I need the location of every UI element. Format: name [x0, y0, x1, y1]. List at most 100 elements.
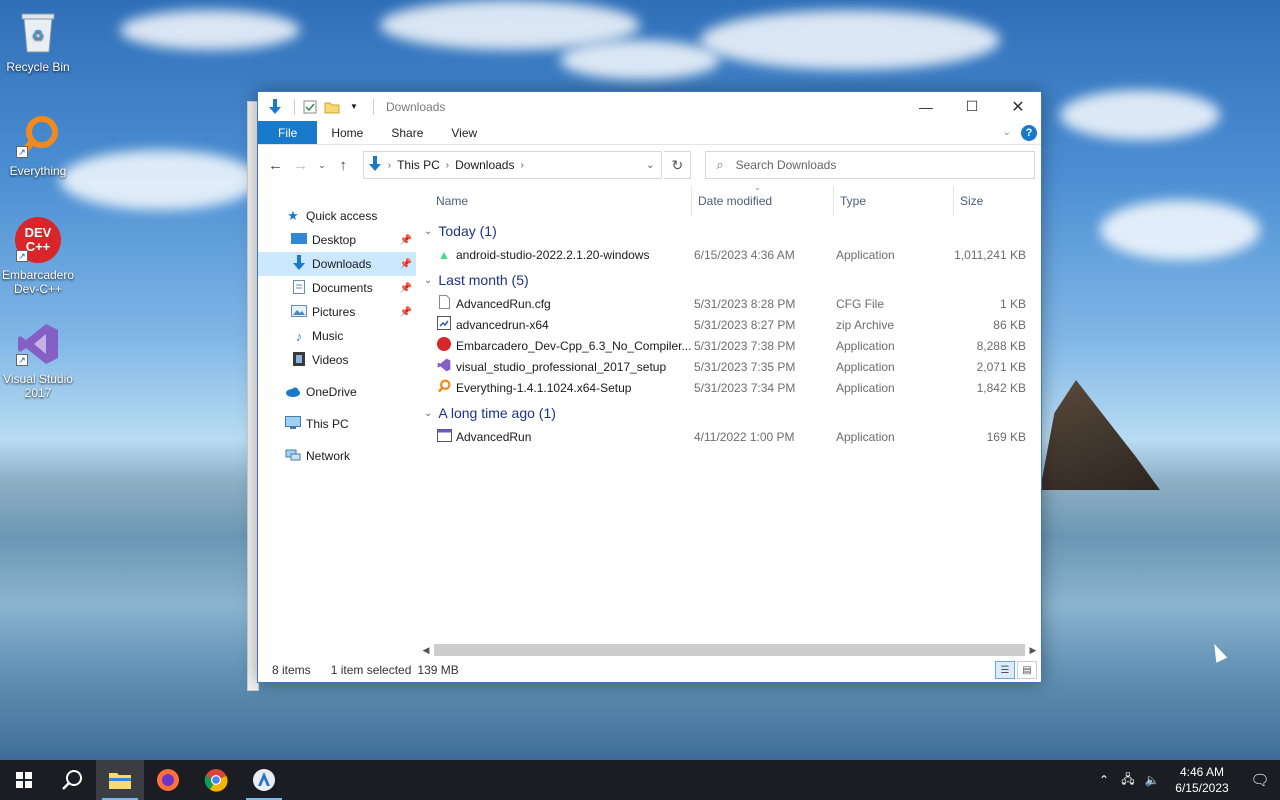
cloud	[700, 10, 1000, 70]
address-bar[interactable]: › This PC › Downloads › ⌄	[362, 151, 663, 179]
minimize-button[interactable]: —	[903, 92, 949, 121]
address-dropdown-icon[interactable]: ⌄	[639, 160, 661, 171]
taskbar-android-studio[interactable]	[240, 760, 288, 800]
file-row[interactable]: ▲ android-studio-2022.2.1.20-windows 6/15…	[416, 244, 1041, 265]
large-icons-view-icon[interactable]: ▤	[1017, 661, 1037, 679]
tab-file[interactable]: File	[258, 121, 318, 144]
visual-studio-icon	[436, 358, 452, 375]
group-header-today[interactable]: ⌄ Today (1)	[416, 218, 1041, 244]
expand-ribbon-chevron-icon[interactable]: ⌄	[1003, 127, 1011, 138]
back-arrow-icon[interactable]: ←	[264, 153, 287, 177]
nav-label: This PC	[306, 417, 349, 431]
nav-this-pc[interactable]: This PC	[258, 412, 416, 436]
file-type: Application	[836, 359, 895, 374]
desktop-icon-visual-studio[interactable]: ↗ Visual Studio 2017	[0, 320, 76, 400]
taskbar-chrome[interactable]	[192, 760, 240, 800]
status-bar: 8 items 1 item selected 139 MB ☰ ▤	[258, 658, 1041, 682]
nav-desktop[interactable]: Desktop 📌	[258, 228, 416, 252]
clock[interactable]: 4:46 AM 6/15/2023	[1164, 764, 1240, 796]
properties-icon[interactable]	[301, 98, 319, 116]
nav-documents[interactable]: Documents 📌	[258, 276, 416, 300]
column-header-type[interactable]: Type	[834, 186, 954, 216]
scrollbar-thumb[interactable]	[434, 644, 1025, 656]
tab-home[interactable]: Home	[317, 121, 377, 144]
nav-pictures[interactable]: Pictures 📌	[258, 300, 416, 324]
scroll-right-arrow-icon[interactable]: ▶	[1027, 645, 1039, 656]
pictures-icon	[290, 304, 308, 320]
pin-icon[interactable]: 📌	[400, 307, 412, 318]
file-row[interactable]: AdvancedRun.cfg 5/31/2023 8:28 PM CFG Fi…	[416, 293, 1041, 314]
breadcrumb-separator-icon[interactable]: ›	[388, 160, 391, 171]
qat-separator	[373, 98, 374, 115]
file-row[interactable]: AdvancedRun 4/11/2022 1:00 PM Applicatio…	[416, 426, 1041, 447]
search-box[interactable]: ⌕ Search Downloads	[705, 151, 1036, 179]
nav-videos[interactable]: Videos	[258, 348, 416, 372]
breadcrumb-separator-icon[interactable]: ›	[446, 160, 449, 171]
search-button[interactable]	[48, 760, 96, 800]
group-header-last-month[interactable]: ⌄ Last month (5)	[416, 267, 1041, 293]
taskbar-firefox[interactable]	[144, 760, 192, 800]
qat-dropdown-icon[interactable]: ▼	[345, 98, 363, 116]
file-type: zip Archive	[836, 317, 895, 332]
file-size: 86 KB	[993, 317, 1026, 332]
shortcut-arrow-icon: ↗	[16, 354, 28, 366]
nav-quick-access[interactable]: ★ Quick access	[258, 204, 416, 228]
chrome-icon	[204, 769, 228, 792]
file-row[interactable]: advancedrun-x64 5/31/2023 8:27 PM zip Ar…	[416, 314, 1041, 335]
close-button[interactable]: ✕	[995, 92, 1041, 121]
title-bar[interactable]: ▼ Downloads — ☐ ✕	[258, 92, 1041, 121]
start-button[interactable]	[0, 760, 48, 800]
horizontal-scrollbar[interactable]: ◀ ▶	[420, 642, 1039, 658]
pin-icon[interactable]: 📌	[400, 283, 412, 294]
column-header-date-modified[interactable]: Date modified	[692, 186, 834, 216]
nav-music[interactable]: ♪ Music	[258, 324, 416, 348]
desktop-icon-devcpp[interactable]: DEV C++ ↗ Embarcadero Dev-C++	[0, 216, 76, 296]
new-folder-icon[interactable]	[323, 98, 341, 116]
collapse-chevron-icon[interactable]: ⌄	[424, 275, 432, 286]
file-size: 169 KB	[986, 429, 1026, 444]
breadcrumb-downloads[interactable]: Downloads	[455, 158, 514, 172]
file-row[interactable]: visual_studio_professional_2017_setup 5/…	[416, 356, 1041, 377]
pin-icon[interactable]: 📌	[400, 235, 412, 246]
notification-center-icon[interactable]: 🗨	[1240, 760, 1280, 800]
file-row[interactable]: Embarcadero_Dev-Cpp_6.3_No_Compiler... 5…	[416, 335, 1041, 356]
up-arrow-icon[interactable]: ↑	[332, 153, 355, 177]
firefox-icon	[157, 769, 179, 791]
maximize-button[interactable]: ☐	[949, 92, 995, 121]
column-header-size[interactable]: Size	[954, 186, 1034, 216]
network-icon[interactable]: 🖧	[1116, 770, 1140, 791]
nav-onedrive[interactable]: OneDrive	[258, 380, 416, 404]
application-window-icon	[436, 428, 452, 445]
forward-arrow-icon[interactable]: →	[289, 153, 312, 177]
file-explorer-window[interactable]: ▼ Downloads — ☐ ✕ File Home Share View ⌄…	[257, 91, 1042, 683]
window-title: Downloads	[386, 99, 446, 114]
collapse-chevron-icon[interactable]: ⌄	[424, 408, 432, 419]
help-icon[interactable]: ?	[1021, 124, 1037, 141]
group-header-long-time-ago[interactable]: ⌄ A long time ago (1)	[416, 400, 1041, 426]
tab-share[interactable]: Share	[377, 121, 437, 144]
breadcrumb-this-pc[interactable]: This PC	[397, 158, 440, 172]
collapse-chevron-icon[interactable]: ⌄	[424, 226, 432, 237]
taskbar-file-explorer[interactable]	[96, 760, 144, 800]
magnifier-icon: ↗	[14, 112, 62, 160]
refresh-button[interactable]: ↻	[664, 151, 692, 179]
desktop-icon-recycle-bin[interactable]: ♻ Recycle Bin	[0, 8, 76, 74]
documents-icon	[290, 279, 308, 297]
file-row[interactable]: Everything-1.4.1.1024.x64-Setup 5/31/202…	[416, 377, 1041, 398]
group-label: A long time ago (1)	[438, 405, 556, 421]
pin-icon[interactable]: 📌	[400, 259, 412, 270]
cloud	[1100, 200, 1260, 260]
desktop-icon-everything[interactable]: ↗ Everything	[0, 112, 76, 178]
volume-muted-icon[interactable]: 🔈	[1140, 773, 1164, 787]
nav-downloads[interactable]: Downloads 📌	[258, 252, 416, 276]
scroll-left-arrow-icon[interactable]: ◀	[420, 645, 432, 656]
show-hidden-icons-chevron-icon[interactable]: ⌃	[1092, 773, 1116, 787]
breadcrumb-separator-icon[interactable]: ›	[520, 160, 523, 171]
file-name: AdvancedRun.cfg	[456, 296, 551, 311]
column-header-name[interactable]: Name	[416, 186, 692, 216]
file-size: 1 KB	[999, 296, 1026, 311]
nav-network[interactable]: Network	[258, 444, 416, 468]
details-view-icon[interactable]: ☰	[995, 661, 1015, 679]
recent-locations-chevron-icon[interactable]: ⌄	[314, 153, 329, 177]
tab-view[interactable]: View	[437, 121, 491, 144]
